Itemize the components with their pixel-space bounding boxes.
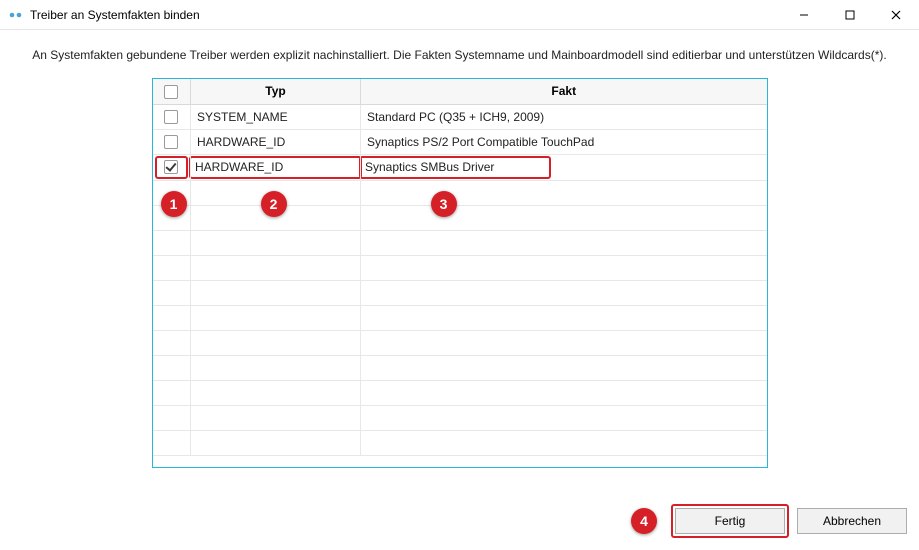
- row-checkbox[interactable]: [164, 110, 178, 124]
- close-button[interactable]: [873, 0, 919, 30]
- annotation-badge-4: 4: [631, 508, 657, 534]
- table-row-empty: [153, 305, 767, 330]
- table-row-empty: [153, 255, 767, 280]
- titlebar: Treiber an Systemfakten binden: [0, 0, 919, 30]
- done-button[interactable]: Fertig: [675, 508, 785, 534]
- table-row-empty: [153, 280, 767, 305]
- annotation-badge-3: 3: [431, 191, 457, 217]
- table-row-empty: [153, 205, 767, 230]
- table-header-row: Typ Fakt: [153, 79, 767, 104]
- cell-typ[interactable]: SYSTEM_NAME: [191, 104, 361, 129]
- table-row-empty: [153, 405, 767, 430]
- table-row[interactable]: HARDWARE_ID Synaptics PS/2 Port Compatib…: [153, 129, 767, 154]
- cancel-button[interactable]: Abbrechen: [797, 508, 907, 534]
- annotation-badge-1: 1: [161, 191, 187, 217]
- cell-fakt[interactable]: Synaptics PS/2 Port Compatible TouchPad: [361, 129, 767, 154]
- description-text: An Systemfakten gebundene Treiber werden…: [10, 48, 909, 62]
- annotation-badge-2: 2: [261, 191, 287, 217]
- table-row-empty: [153, 180, 767, 205]
- table-row-empty: [153, 380, 767, 405]
- facts-table: Typ Fakt SYSTEM_NAME Standard PC (Q35 + …: [152, 78, 768, 468]
- header-checkbox-cell[interactable]: [153, 79, 191, 104]
- table-row-empty: [153, 355, 767, 380]
- dialog-footer: 4 Fertig Abbrechen: [631, 504, 907, 538]
- cell-typ[interactable]: HARDWARE_ID: [189, 156, 362, 179]
- table-row[interactable]: HARDWARE_ID Synaptics SMBus Driver: [153, 154, 767, 180]
- table-row-empty: [153, 230, 767, 255]
- table-row-empty: [153, 330, 767, 355]
- minimize-button[interactable]: [781, 0, 827, 30]
- cell-fakt[interactable]: Synaptics SMBus Driver: [359, 156, 551, 179]
- table-row[interactable]: SYSTEM_NAME Standard PC (Q35 + ICH9, 200…: [153, 104, 767, 129]
- done-button-highlight: Fertig: [671, 504, 789, 538]
- row-checkbox[interactable]: [164, 160, 178, 174]
- header-typ[interactable]: Typ: [191, 79, 361, 104]
- header-fakt[interactable]: Fakt: [361, 79, 767, 104]
- select-all-checkbox[interactable]: [164, 85, 178, 99]
- table-row-empty: [153, 430, 767, 455]
- maximize-button[interactable]: [827, 0, 873, 30]
- cell-fakt[interactable]: Standard PC (Q35 + ICH9, 2009): [361, 104, 767, 129]
- cell-typ[interactable]: HARDWARE_ID: [191, 129, 361, 154]
- row-checkbox[interactable]: [164, 135, 178, 149]
- window-title: Treiber an Systemfakten binden: [30, 8, 200, 22]
- app-icon: [8, 7, 24, 23]
- content-area: An Systemfakten gebundene Treiber werden…: [0, 30, 919, 468]
